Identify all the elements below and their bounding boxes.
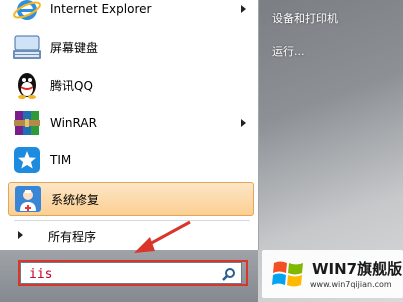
- watermark-badge: WIN7旗舰版 www.win7qijian.com: [262, 250, 403, 298]
- watermark-url: www.win7qijian.com: [310, 280, 392, 289]
- windows-logo-icon: [272, 261, 303, 287]
- watermark-title: WIN7旗舰版: [312, 260, 403, 278]
